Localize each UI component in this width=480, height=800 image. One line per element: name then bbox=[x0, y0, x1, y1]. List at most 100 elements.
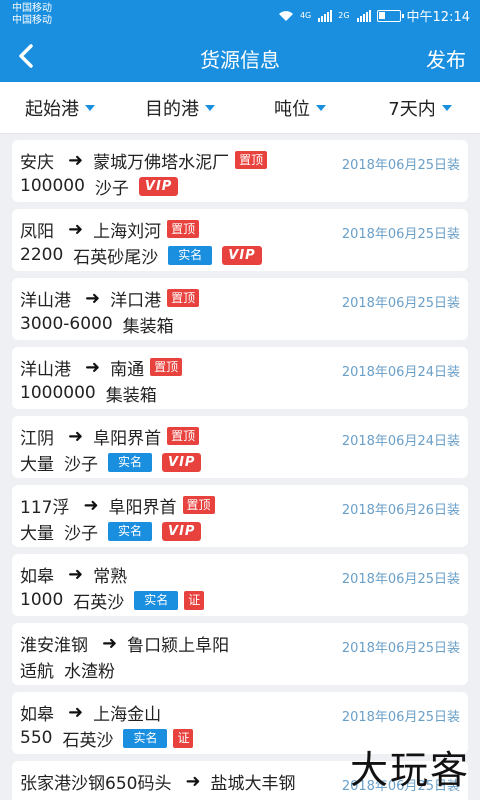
load-date: 2018年06月25日装 bbox=[341, 296, 460, 311]
carrier-1: 中国移动 bbox=[12, 3, 52, 14]
vip-badge: VIP bbox=[222, 245, 262, 265]
cargo-item[interactable]: 洋山港 ➜ 南通 置顶 1000000 集装箱 2018年06月24日装 bbox=[12, 347, 468, 409]
filter-label: 吨位 bbox=[274, 98, 310, 120]
caret-down-icon bbox=[85, 104, 95, 111]
quantity: 3000-6000 bbox=[20, 314, 113, 334]
cargo-list: 安庆 ➜ 蒙城万佛塔水泥厂 置顶 100000 沙子 VIP 2018年06月25日装 凤… bbox=[0, 134, 480, 800]
publish-button[interactable]: 发布 bbox=[426, 44, 466, 73]
filter-label: 7天内 bbox=[388, 98, 436, 120]
load-date: 2018年06月26日装 bbox=[341, 503, 460, 518]
cargo-type: 沙子 bbox=[94, 178, 129, 199]
page-title: 货源信息 bbox=[200, 48, 280, 72]
pinned-badge: 置顶 bbox=[167, 289, 200, 307]
origin-port: 安庆 bbox=[20, 152, 54, 173]
cargo-type: 石英沙 bbox=[73, 592, 125, 613]
cargo-type: 集装箱 bbox=[122, 316, 174, 337]
cargo-type: 水渣粉 bbox=[64, 661, 115, 682]
load-date: 2018年06月24日装 bbox=[341, 434, 460, 449]
destination-port: 上海刘河 bbox=[93, 221, 162, 242]
load-date: 2018年06月25日装 bbox=[341, 158, 460, 173]
cargo-type: 沙子 bbox=[64, 454, 98, 475]
origin-port: 淮安淮钢 bbox=[20, 635, 88, 656]
load-date: 2018年06月25日装 bbox=[341, 227, 460, 242]
signal-icon-2 bbox=[356, 9, 371, 22]
watermark-logo: 大玩客 bbox=[349, 748, 470, 792]
certificate-badge: 证 bbox=[173, 728, 194, 748]
vip-badge: VIP bbox=[138, 176, 179, 196]
pinned-badge: 置顶 bbox=[182, 496, 215, 514]
filter-date-range[interactable]: 7天内 bbox=[360, 95, 480, 121]
wifi-icon bbox=[278, 10, 293, 21]
arrow-right-icon: ➜ bbox=[68, 149, 84, 171]
destination-port: 常熟 bbox=[93, 566, 128, 587]
network-type-2: 2G bbox=[338, 11, 350, 20]
cargo-type: 集装箱 bbox=[105, 385, 157, 406]
filter-destination-port[interactable]: 目的港 bbox=[120, 95, 240, 121]
pinned-badge: 置顶 bbox=[150, 358, 183, 376]
cargo-type: 石英砂尾沙 bbox=[73, 247, 159, 268]
nav-bar: 货源信息 发布 bbox=[0, 30, 480, 82]
vip-badge: VIP bbox=[162, 452, 202, 472]
destination-port: 洋口港 bbox=[110, 290, 162, 311]
network-type-1: 4G bbox=[299, 11, 312, 20]
filter-bar: 起始港 目的港 吨位 7天内 bbox=[0, 82, 480, 134]
clock: 中午12:14 bbox=[406, 10, 470, 25]
destination-port: 南通 bbox=[110, 359, 145, 380]
cargo-item[interactable]: 淮安淮钢 ➜ 鲁口颍上阜阳 适航 水渣粉 2018年06月25日装 bbox=[12, 623, 468, 685]
cargo-item[interactable]: 江阴 ➜ 阜阳界首 置顶 大量 沙子 实名 VIP 2018年06月24日装 bbox=[12, 416, 468, 478]
quantity: 2200 bbox=[20, 245, 64, 265]
quantity: 大量 bbox=[20, 454, 54, 475]
arrow-right-icon: ➜ bbox=[102, 632, 118, 654]
cargo-item[interactable]: 凤阳 ➜ 上海刘河 置顶 2200 石英砂尾沙 实名 VIP 2018年06月25日装 bbox=[12, 209, 468, 271]
pinned-badge: 置顶 bbox=[167, 220, 200, 238]
quantity: 550 bbox=[20, 728, 53, 748]
filter-origin-port[interactable]: 起始港 bbox=[0, 95, 120, 121]
verified-badge: 实名 bbox=[134, 590, 179, 610]
arrow-right-icon: ➜ bbox=[68, 425, 84, 447]
signal-icon-1 bbox=[318, 9, 333, 22]
status-icons: 4G 2G 中午12:14 bbox=[278, 6, 470, 25]
carrier-2: 中国移动 bbox=[12, 15, 52, 26]
quantity: 100000 bbox=[20, 176, 85, 196]
cargo-item[interactable]: 安庆 ➜ 蒙城万佛塔水泥厂 置顶 100000 沙子 VIP 2018年06月25日装 bbox=[12, 140, 468, 202]
certificate-badge: 证 bbox=[184, 590, 205, 610]
load-date: 2018年06月24日装 bbox=[341, 365, 460, 380]
quantity: 大量 bbox=[20, 523, 54, 544]
destination-port: 蒙城万佛塔水泥厂 bbox=[93, 152, 230, 173]
vip-badge: VIP bbox=[162, 521, 202, 541]
origin-port: 江阴 bbox=[20, 428, 54, 449]
status-bar: 中国移动 中国移动 4G 2G 中午12:14 bbox=[0, 0, 480, 30]
filter-label: 起始港 bbox=[25, 98, 79, 120]
quantity: 1000 bbox=[20, 590, 64, 610]
caret-down-icon bbox=[441, 104, 452, 111]
verified-badge: 实名 bbox=[123, 728, 168, 748]
battery-icon bbox=[376, 9, 404, 22]
pinned-badge: 置顶 bbox=[167, 427, 200, 445]
destination-port: 阜阳界首 bbox=[93, 428, 162, 449]
cargo-type: 石英沙 bbox=[62, 730, 114, 751]
carrier-info: 中国移动 中国移动 bbox=[12, 3, 52, 27]
arrow-right-icon: ➜ bbox=[85, 287, 101, 309]
origin-port: 洋山港 bbox=[20, 359, 71, 380]
origin-port: 如皋 bbox=[20, 566, 54, 587]
cargo-item[interactable]: 洋山港 ➜ 洋口港 置顶 3000-6000 集装箱 2018年06月25日装 bbox=[12, 278, 468, 340]
verified-badge: 实名 bbox=[108, 452, 153, 472]
caret-down-icon bbox=[205, 104, 215, 111]
arrow-right-icon: ➜ bbox=[185, 770, 201, 792]
pinned-badge: 置顶 bbox=[235, 151, 268, 169]
load-date: 2018年06月25日装 bbox=[341, 572, 460, 587]
destination-port: 阜阳界首 bbox=[108, 497, 177, 518]
filter-label: 目的港 bbox=[145, 98, 199, 120]
verified-badge: 实名 bbox=[108, 521, 153, 541]
verified-badge: 实名 bbox=[168, 245, 213, 265]
arrow-right-icon: ➜ bbox=[68, 218, 84, 240]
filter-tonnage[interactable]: 吨位 bbox=[240, 95, 360, 121]
load-date: 2018年06月25日装 bbox=[341, 641, 460, 656]
origin-port: 117浮 bbox=[20, 497, 70, 518]
arrow-right-icon: ➜ bbox=[83, 494, 99, 516]
cargo-item[interactable]: 117浮 ➜ 阜阳界首 置顶 大量 沙子 实名 VIP 2018年06月26日装 bbox=[12, 485, 468, 547]
origin-port: 如皋 bbox=[20, 704, 54, 725]
load-date: 2018年06月25日装 bbox=[341, 710, 460, 725]
origin-port: 张家港沙钢650码头 bbox=[20, 773, 172, 794]
cargo-item[interactable]: 如皋 ➜ 常熟 1000 石英沙 实名证 2018年06月25日装 bbox=[12, 554, 468, 616]
